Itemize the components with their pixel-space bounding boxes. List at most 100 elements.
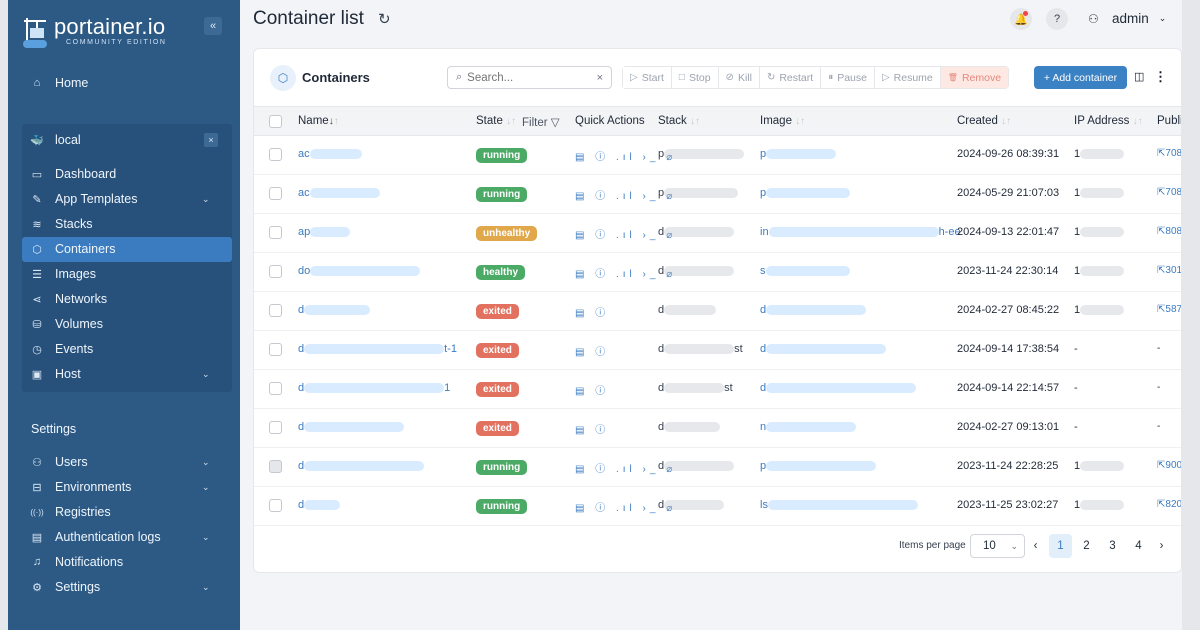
page-3-button[interactable]: 3 bbox=[1101, 534, 1124, 558]
row-checkbox[interactable] bbox=[269, 265, 282, 278]
row-checkbox[interactable] bbox=[269, 499, 282, 512]
search-input[interactable] bbox=[467, 71, 578, 84]
columns-icon[interactable]: ◫ bbox=[1134, 70, 1144, 83]
column-name[interactable]: Name↓↑ bbox=[298, 115, 339, 127]
remove-button[interactable]: 🗑 Remove bbox=[940, 67, 1009, 88]
image-link[interactable]: p bbox=[760, 187, 851, 199]
container-name-link[interactable]: d t-1 bbox=[298, 343, 457, 355]
container-name-link[interactable]: d1 bbox=[298, 382, 450, 394]
collapse-sidebar-button[interactable]: « bbox=[204, 17, 222, 35]
resume-button[interactable]: ▷ Resume bbox=[874, 67, 941, 88]
table-row[interactable]: d 1 exited ▤ ⓘ d st d 2024-09-14 22:14:57 - - bbox=[254, 370, 1181, 409]
refresh-icon[interactable]: ↻ bbox=[378, 10, 391, 28]
table-row[interactable]: d running ▤ ⓘ .ıl ›_ ⌀ d ls 2023-11-25 23:02:… bbox=[254, 487, 1181, 526]
sidebar-item-containers[interactable]: ⬡ Containers bbox=[30, 237, 115, 261]
container-name-link[interactable]: d bbox=[298, 499, 341, 511]
image-link[interactable]: n bbox=[760, 421, 857, 433]
quick-actions-icons[interactable]: ▤ ⓘ bbox=[575, 304, 609, 319]
published-port-link[interactable]: ⇱708 bbox=[1157, 187, 1181, 198]
next-page-button[interactable]: › bbox=[1150, 534, 1173, 558]
sidebar-item-app-templates[interactable]: ✎ App Templates ⌄ bbox=[30, 187, 209, 211]
sidebar-item-stacks[interactable]: ≋ Stacks bbox=[30, 212, 92, 236]
user-menu[interactable]: ⚇ admin ⌄ bbox=[1088, 11, 1166, 26]
row-checkbox[interactable] bbox=[269, 148, 282, 161]
start-button[interactable]: ▷ Start bbox=[623, 67, 672, 88]
table-row[interactable]: d running ▤ ⓘ .ıl ›_ ⌀ d p 2023-11-24 22:28:2… bbox=[254, 448, 1181, 487]
sidebar-item-volumes[interactable]: ⛁ Volumes bbox=[30, 312, 103, 336]
state-filter[interactable]: Filter ▽ bbox=[522, 115, 560, 129]
table-row[interactable]: d exited ▤ ⓘ d d 2024-02-27 08:45:22 1 ⇱587 bbox=[254, 292, 1181, 331]
quick-actions-icons[interactable]: ▤ ⓘ bbox=[575, 343, 609, 358]
row-checkbox[interactable] bbox=[269, 304, 282, 317]
environment-header[interactable]: 🐳 local bbox=[30, 128, 81, 152]
sidebar-item-home[interactable]: ⌂ Home bbox=[30, 71, 89, 95]
table-row[interactable]: do healthy ▤ ⓘ .ıl ›_ ⌀ d s 2023-11-24 22:30:… bbox=[254, 253, 1181, 292]
image-link[interactable]: p bbox=[760, 460, 877, 472]
table-row[interactable]: ap unhealthy ▤ ⓘ .ıl ›_ ⌀ d in h-ee 2024-09-13… bbox=[254, 214, 1181, 253]
sidebar-item-dashboard[interactable]: ▭ Dashboard bbox=[30, 162, 116, 186]
published-port-link[interactable]: ⇱900 bbox=[1157, 460, 1181, 471]
table-row[interactable]: d t-1 exited ▤ ⓘ d st d 2024-09-14 17:38:54 - - bbox=[254, 331, 1181, 370]
published-port-link[interactable]: ⇱820 bbox=[1157, 499, 1181, 510]
sidebar-item-events[interactable]: ◷ Events bbox=[30, 337, 93, 361]
column-state[interactable]: State ↓↑ bbox=[476, 115, 516, 127]
column-image[interactable]: Image ↓↑ bbox=[760, 115, 805, 127]
more-options-icon[interactable]: ⋮ bbox=[1154, 69, 1167, 85]
published-port-link[interactable]: ⇱708 bbox=[1157, 148, 1181, 159]
container-name-link[interactable]: do bbox=[298, 265, 421, 277]
row-checkbox[interactable] bbox=[269, 460, 282, 473]
kill-button[interactable]: ⊘ Kill bbox=[718, 67, 760, 88]
pause-button[interactable]: ⏸ Pause bbox=[821, 67, 875, 88]
column-published-ports[interactable]: Publi bbox=[1157, 115, 1181, 127]
container-name-link[interactable]: ac bbox=[298, 187, 380, 199]
table-row[interactable]: ac running ▤ ⓘ .ıl ›_ ⌀ p p 2024-05-29 21:07:… bbox=[254, 175, 1181, 214]
quick-actions-icons[interactable]: ▤ ⓘ bbox=[575, 382, 609, 397]
container-name-link[interactable]: ap bbox=[298, 226, 351, 238]
page-1-button[interactable]: 1 bbox=[1049, 534, 1072, 558]
sidebar-item-networks[interactable]: ⋖ Networks bbox=[30, 287, 107, 311]
image-link[interactable]: ls bbox=[760, 499, 918, 511]
close-environment-button[interactable]: × bbox=[204, 133, 218, 147]
row-checkbox[interactable] bbox=[269, 226, 282, 239]
sidebar-item-images[interactable]: ☰ Images bbox=[30, 262, 96, 286]
container-name-link[interactable]: d bbox=[298, 421, 405, 433]
notifications-bell-icon[interactable]: 🔔 bbox=[1010, 8, 1032, 30]
stop-button[interactable]: □ Stop bbox=[671, 67, 719, 88]
container-name-link[interactable]: ac bbox=[298, 148, 362, 160]
page-4-button[interactable]: 4 bbox=[1127, 534, 1150, 558]
quick-actions-icons[interactable]: ▤ ⓘ bbox=[575, 421, 609, 436]
sidebar-item-host[interactable]: ▣ Host ⌄ bbox=[30, 362, 210, 386]
container-name-link[interactable]: d bbox=[298, 460, 425, 472]
row-checkbox[interactable] bbox=[269, 382, 282, 395]
page-2-button[interactable]: 2 bbox=[1075, 534, 1098, 558]
column-stack[interactable]: Stack ↓↑ bbox=[658, 115, 700, 127]
items-per-page-select[interactable]: 10 ⌄ bbox=[970, 534, 1025, 558]
image-link[interactable]: p bbox=[760, 148, 837, 160]
sidebar-item-users[interactable]: ⚇ Users ⌄ bbox=[30, 450, 209, 474]
row-checkbox[interactable] bbox=[269, 187, 282, 200]
image-link[interactable]: d bbox=[760, 343, 887, 355]
select-all-checkbox[interactable] bbox=[269, 115, 282, 128]
row-checkbox[interactable] bbox=[269, 343, 282, 356]
add-container-button[interactable]: + Add container bbox=[1034, 66, 1127, 89]
published-port-link[interactable]: ⇱587 bbox=[1157, 304, 1181, 315]
column-created[interactable]: Created ↓↑ bbox=[957, 115, 1011, 127]
image-link[interactable]: s bbox=[760, 265, 850, 277]
sidebar-item-environments[interactable]: ⊟ Environments ⌄ bbox=[30, 475, 209, 499]
table-row[interactable]: d exited ▤ ⓘ d n 2024-02-27 09:13:01 - - bbox=[254, 409, 1181, 448]
published-port-link[interactable]: ⇱808 bbox=[1157, 226, 1181, 237]
sidebar-item-authentication-logs[interactable]: ▤ Authentication logs ⌄ bbox=[30, 525, 210, 549]
sidebar-item-settings[interactable]: ⚙ Settings ⌄ bbox=[30, 575, 209, 599]
container-name-link[interactable]: d bbox=[298, 304, 371, 316]
column-ip-address[interactable]: IP Address ↓↑ bbox=[1074, 115, 1143, 127]
sidebar-item-notifications[interactable]: ♫ Notifications bbox=[30, 550, 123, 574]
portainer-logo[interactable]: portainer.io COMMUNITY EDITION bbox=[22, 14, 167, 50]
table-row[interactable]: ac running ▤ ⓘ .ıl ›_ ⌀ p p 2024-09-26 08:39:… bbox=[254, 136, 1181, 175]
restart-button[interactable]: ↻ Restart bbox=[759, 67, 822, 88]
image-link[interactable]: d bbox=[760, 304, 867, 316]
image-link[interactable]: d bbox=[760, 382, 917, 394]
help-icon[interactable]: ? bbox=[1046, 8, 1068, 30]
clear-search-icon[interactable]: × bbox=[597, 72, 603, 84]
sidebar-item-registries[interactable]: ((·)) Registries bbox=[30, 500, 110, 524]
image-link[interactable]: in h-ee bbox=[760, 226, 961, 238]
